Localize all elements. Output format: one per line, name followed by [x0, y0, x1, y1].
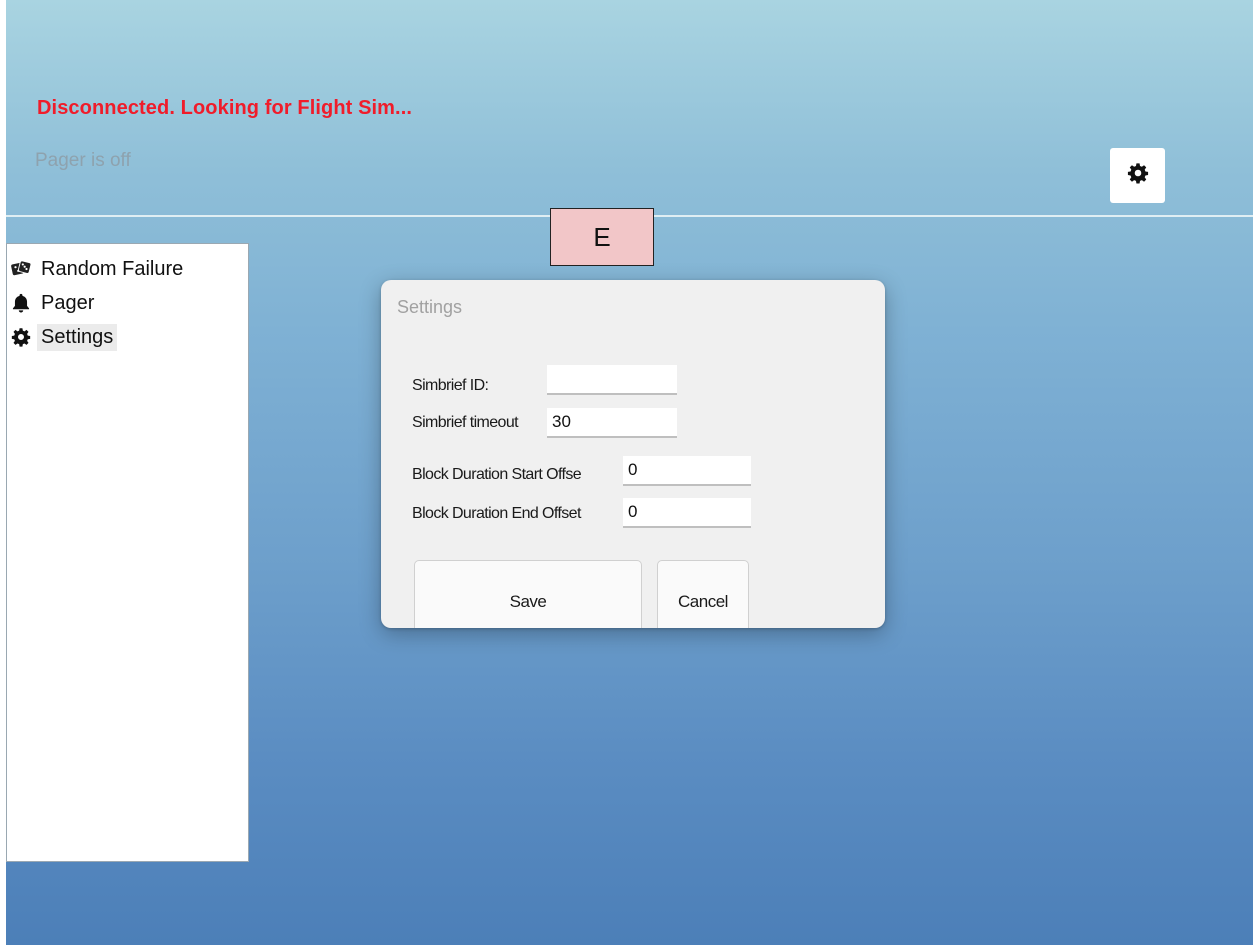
- annotation-marker: E: [550, 208, 654, 266]
- cancel-button[interactable]: Cancel: [657, 560, 749, 628]
- gear-icon: [1127, 162, 1149, 189]
- pager-status: Pager is off: [35, 150, 131, 171]
- settings-dialog: Settings Simbrief ID: Simbrief timeout B…: [381, 280, 885, 628]
- simbrief-id-label: Simbrief ID:: [412, 377, 489, 394]
- settings-button[interactable]: [1110, 148, 1165, 203]
- sidebar-item-settings[interactable]: Settings: [9, 322, 118, 352]
- block-end-offset-input[interactable]: [623, 498, 751, 528]
- simbrief-timeout-input[interactable]: [547, 408, 677, 438]
- sidebar-item-label: Random Failure: [41, 257, 184, 280]
- dice-icon: [9, 257, 33, 281]
- save-button[interactable]: Save: [414, 560, 642, 628]
- block-start-offset-label: Block Duration Start Offse: [412, 466, 582, 483]
- connection-status: Disconnected. Looking for Flight Sim...: [37, 97, 413, 119]
- main-window: Disconnected. Looking for Flight Sim... …: [6, 0, 1253, 945]
- simbrief-id-input[interactable]: [547, 365, 677, 395]
- simbrief-timeout-label: Simbrief timeout: [412, 414, 519, 431]
- block-start-offset-input[interactable]: [623, 456, 751, 486]
- sidebar-item-label: Pager: [41, 291, 95, 314]
- gear-icon: [9, 325, 33, 349]
- dialog-title: Settings: [397, 297, 463, 317]
- sidebar-item-pager[interactable]: Pager: [9, 288, 98, 318]
- sidebar-nav: Random Failure Pager Settings: [6, 243, 249, 862]
- sidebar-item-label: Settings: [37, 323, 118, 351]
- block-end-offset-label: Block Duration End Offset: [412, 505, 581, 522]
- sidebar-item-random-failure[interactable]: Random Failure: [9, 254, 187, 284]
- bell-icon: [9, 291, 33, 315]
